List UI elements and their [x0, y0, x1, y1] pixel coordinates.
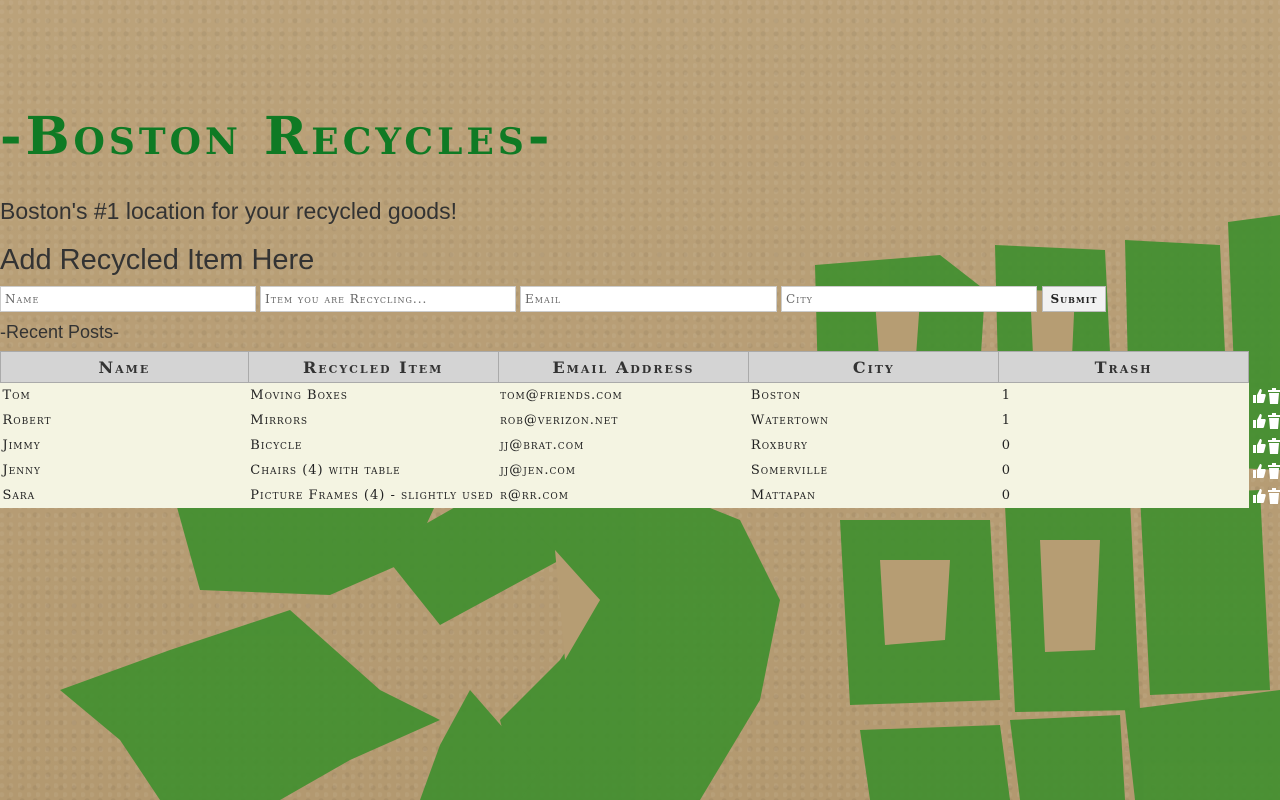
- trash-icon[interactable]: [1267, 437, 1280, 454]
- table-row: Tom Moving Boxes tom@friends.com Boston 1: [1, 383, 1280, 409]
- row-email: jj@jen.com: [500, 463, 576, 478]
- posts-table-body: Tom Moving Boxes tom@friends.com Boston 1 Rob…: [1, 383, 1280, 509]
- thumbs-up-icon[interactable]: [1252, 413, 1266, 429]
- row-email: tom@friends.com: [500, 388, 623, 403]
- row-email: rob@verizon.net: [500, 413, 619, 428]
- row-city: Mattapan: [750, 488, 817, 503]
- row-city: Somerville: [750, 463, 829, 478]
- row-city: Boston: [750, 388, 802, 403]
- add-item-form: Submit: [0, 286, 1110, 312]
- site-tagline: Boston's #1 location for your recycled g…: [0, 198, 457, 224]
- table-row: Jimmy Bicycle jj@brat.com Roxbury 0: [1, 433, 1280, 458]
- table-row: Robert Mirrors rob@verizon.net Watertown 1: [1, 408, 1280, 433]
- trash-count: 0: [1001, 488, 1011, 503]
- row-actions: [1252, 412, 1280, 429]
- row-email: r@rr.com: [500, 488, 570, 503]
- recent-posts-label: -Recent Posts-: [0, 322, 120, 342]
- trash-icon[interactable]: [1267, 462, 1280, 479]
- email-input[interactable]: [520, 286, 777, 312]
- trash-count: 0: [1001, 438, 1011, 453]
- trash-icon[interactable]: [1267, 412, 1280, 429]
- row-recycled-item: Chairs (4) with table: [250, 463, 401, 478]
- submit-button[interactable]: Submit: [1042, 286, 1106, 312]
- trash-icon[interactable]: [1267, 387, 1280, 404]
- city-input[interactable]: [781, 286, 1037, 312]
- table-row: Sara Picture Frames (4) - slightly used r@…: [1, 483, 1280, 508]
- row-city: Roxbury: [750, 438, 808, 453]
- row-name: Jenny: [2, 463, 41, 478]
- row-actions: [1252, 462, 1280, 479]
- row-name: Jimmy: [2, 438, 41, 453]
- name-input[interactable]: [0, 286, 256, 312]
- trash-count: 0: [1001, 463, 1011, 478]
- column-header-name[interactable]: Name: [0, 351, 249, 383]
- row-name: Robert: [2, 413, 52, 428]
- table-row: Jenny Chairs (4) with table jj@jen.com Some…: [1, 458, 1280, 483]
- row-actions: [1252, 487, 1280, 504]
- thumbs-up-icon[interactable]: [1252, 388, 1266, 404]
- column-header-city[interactable]: City: [748, 351, 1000, 383]
- add-item-heading: Add Recycled Item Here: [0, 244, 315, 276]
- row-actions: [1252, 437, 1280, 454]
- thumbs-up-icon[interactable]: [1252, 488, 1266, 504]
- row-trash-count: 1: [999, 408, 1280, 433]
- column-header-email[interactable]: Email Address: [497, 351, 750, 383]
- site-title: -Boston Recycles-: [0, 106, 554, 167]
- thumbs-up-icon[interactable]: [1252, 463, 1266, 479]
- row-recycled-item: Moving Boxes: [250, 388, 348, 403]
- row-name: Sara: [2, 488, 36, 503]
- item-input[interactable]: [260, 286, 516, 312]
- row-trash-count: 0: [999, 433, 1280, 458]
- row-email: jj@brat.com: [500, 438, 585, 453]
- thumbs-up-icon[interactable]: [1252, 438, 1266, 454]
- column-header-trash[interactable]: Trash: [998, 351, 1249, 383]
- trash-count: 1: [1001, 388, 1011, 403]
- table-header-row: Name Recycled Item Email Address City Tr…: [0, 351, 1249, 383]
- row-name: Tom: [2, 388, 31, 403]
- column-header-recycled-item[interactable]: Recycled Item: [247, 351, 499, 383]
- trash-icon[interactable]: [1267, 487, 1280, 504]
- row-actions: [1252, 387, 1280, 404]
- trash-count: 1: [1001, 413, 1011, 428]
- row-city: Watertown: [750, 413, 829, 428]
- row-recycled-item: Mirrors: [250, 413, 309, 428]
- row-trash-count: 0: [999, 458, 1280, 483]
- recent-posts-table: Name Recycled Item Email Address City Tr…: [0, 351, 1280, 509]
- row-recycled-item: Picture Frames (4) - slightly used: [250, 488, 494, 503]
- row-trash-count: 0: [999, 483, 1280, 508]
- row-trash-count: 1: [999, 383, 1280, 409]
- row-recycled-item: Bicycle: [250, 438, 303, 453]
